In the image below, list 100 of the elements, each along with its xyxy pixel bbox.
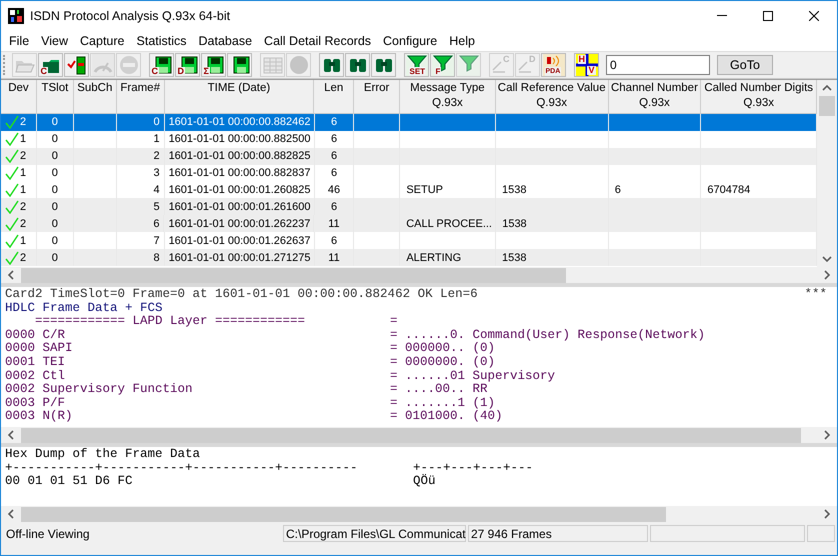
field-value: = 0000000. (0) [390,356,496,370]
toolbar-button[interactable]: C [149,53,174,77]
field-name: 0000 C/R [5,328,66,342]
toolbar-button[interactable] [345,53,370,77]
table-cell: 11 [314,249,354,266]
field-name: 0002 Supervisory Function [5,383,194,397]
toolbar-button[interactable]: Σ [201,53,226,77]
field-name: 0002 Ctl [5,370,66,383]
field-name: ============ LAPD Layer ============ [34,315,306,329]
section-title: Hex Dump of the Frame Data [5,448,202,462]
field-value: = 000000.. (0) [390,342,496,356]
chevron-right-icon [823,270,831,280]
toolbar-button[interactable] [319,53,344,77]
table-row[interactable]: 1 0 3 1601-01-01 00:00:00.882837 6 [1,164,818,182]
check-icon [5,166,19,180]
table-cell: 1538 [496,249,609,266]
window-title: ISDN Protocol Analysis Q.93x 64-bit [30,9,230,23]
check-icon [5,216,19,231]
menu-item[interactable]: Statistics [130,34,193,48]
table-row[interactable]: 2 0 0 1601-01-01 00:00:00.882462 6 [1,114,818,131]
check-icon [5,115,19,130]
table-row[interactable]: 2 0 2 1601-01-01 00:00:00.882825 6 [1,148,818,165]
field-value: = 0101000. (40) [390,410,503,424]
goto-button[interactable]: GoTo [717,55,773,75]
chevron-right-icon [823,509,831,519]
scrollbar-thumb[interactable] [819,96,836,116]
icon-letter: SET [408,67,426,76]
section-title: HDLC Frame Data + FCS [5,302,164,316]
icon-letter: V [587,66,596,75]
toolbar-button[interactable] [371,53,396,77]
field-value: = [390,315,398,329]
ascii-text: QÖü [413,475,436,489]
ascii-text: +---+---+---+--- [413,462,534,475]
hex-bytes: 00 01 01 51 D6 FC [5,475,134,489]
menu-item[interactable]: Capture [74,34,131,48]
check-icon [5,200,19,214]
frame-summary: Card2 TimeSlot=0 Frame=0 at 1601-01-01 00:00:00.882462 OK Len=6 [5,288,478,302]
table-cell: 1601-01-01 00:00:01.271275 [164,249,315,266]
toolbar-button[interactable]: D [175,53,200,77]
table-row[interactable]: 2 0 8 1601-01-01 00:00:01.271275 11 ALERTING 1538 [1,249,818,266]
device-number: 2 [20,200,26,215]
field-value: = ....00.. RR [390,383,488,397]
minimize-icon [717,15,727,17]
menu-item[interactable]: Configure [377,34,444,48]
app-logo-icon [8,8,24,24]
device-number: 2 [20,149,26,164]
menu-item[interactable]: View [35,34,74,48]
toolbar-button[interactable] [64,53,89,77]
stop-icon [118,54,140,76]
chevron-down-icon [822,255,832,263]
circle-icon [288,54,310,76]
chevron-left-icon [7,509,15,519]
table-row[interactable]: 2 0 6 1601-01-01 00:00:01.262237 11 CALL PROCEE... 1538 [1,215,818,232]
device-number: 1 [20,234,26,249]
scrollbar-thumb[interactable] [21,506,666,522]
close-icon [809,11,819,21]
table-row[interactable]: 1 0 4 1601-01-01 00:00:01.260825 46 SETUP 1538 6 6704784 [1,182,818,198]
chevron-up-icon [822,84,832,92]
chevron-right-icon [823,430,831,440]
toolbar-button[interactable]: SET [404,53,429,77]
gauge-icon [92,54,114,76]
field-value: = .......1 (1) [390,396,496,410]
funnel-icon [432,54,454,76]
table-cell: ALERTING [400,249,496,266]
marker-text: *** [804,288,827,302]
chevron-left-icon [7,430,15,440]
icon-letter: C [40,67,48,76]
chevron-left-icon [7,270,15,280]
field-value: = ......0. Command(User) Response(Network) [390,328,706,342]
status-text: C:\Program Files\GL Communicat [283,524,466,542]
checklist-icon [66,54,88,76]
hex-bytes: +-----------+-----------+-----------+---------- [5,462,359,476]
device-number: 1 [20,132,26,148]
field-name: 0003 P/F [5,396,66,410]
menu-item[interactable]: File [3,34,36,48]
toolbar-button[interactable] [227,53,252,77]
menu-item[interactable]: Database [192,34,258,48]
device-number: 1 [20,183,26,198]
icon-letter: Σ [202,67,210,76]
table-row[interactable]: 2 0 5 1601-01-01 00:00:01.261600 6 [1,198,818,216]
check-icon [5,132,19,146]
menu-item[interactable]: Help [443,34,481,48]
toolbar-button[interactable]: F [430,53,455,77]
toolbar-button[interactable]: H V [574,53,599,77]
field-name: 0003 N(R) [5,410,74,424]
status-text: Off-line Viewing [5,526,91,542]
vertical-scrollbar[interactable] [817,80,837,267]
device-number: 2 [20,250,26,266]
status-text: 27 946 Frames [468,524,648,542]
check-icon [5,234,19,248]
table-cell: 0 [36,249,74,266]
maximize-icon [763,11,773,21]
icon-letter: D [176,67,185,76]
device-number: 2 [20,115,26,130]
toolbar-button[interactable]: C [38,53,63,77]
menu-item[interactable]: Call Detail Records [258,34,378,48]
scrollbar-thumb[interactable] [21,268,566,282]
goto-field[interactable]: 0 [606,55,710,75]
device-number: 1 [20,166,26,182]
field-value: = ......01 Supervisory [390,370,556,384]
